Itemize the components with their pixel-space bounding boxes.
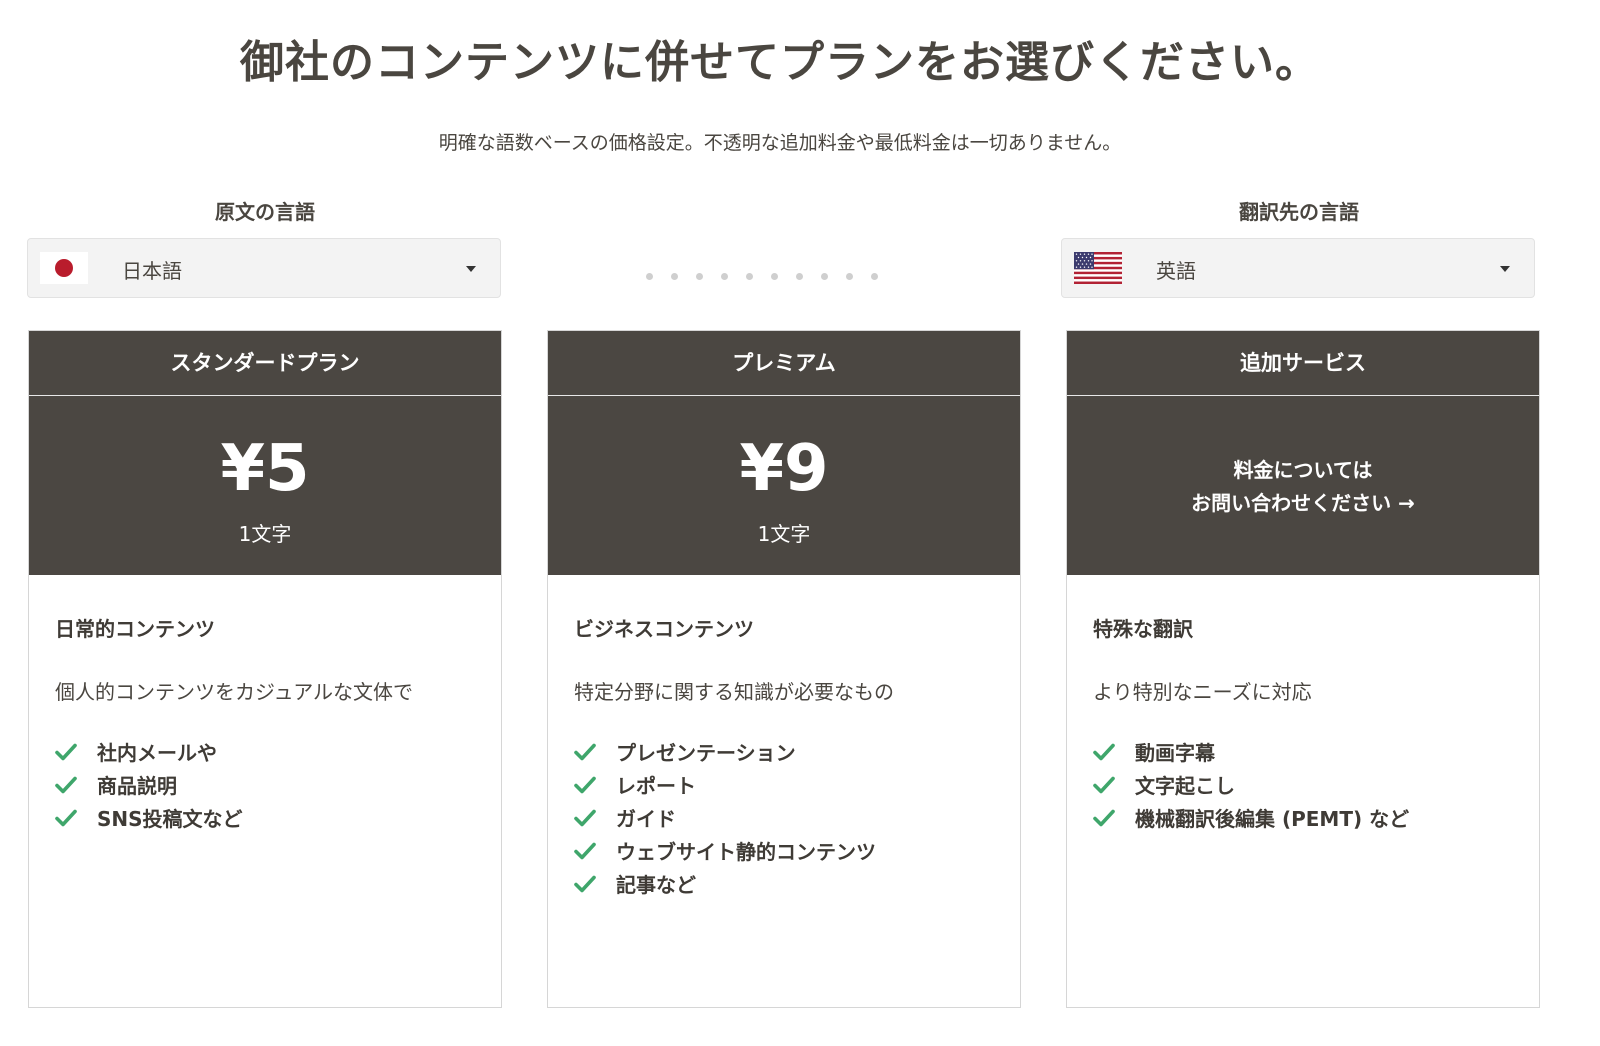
price-unit: 1文字 xyxy=(238,522,292,546)
check-icon xyxy=(55,809,77,826)
chevron-down-icon xyxy=(466,266,476,272)
source-language-label: 原文の言語 xyxy=(215,200,315,224)
plan-card-premium: プレミアム ¥9 1文字 ビジネスコンテンツ 特定分野に関する知識が必要なもの … xyxy=(547,330,1021,1008)
feature-text: ウェブサイト静的コンテンツ xyxy=(616,840,876,864)
target-language-value: 英語 xyxy=(1156,259,1196,283)
plan-body: 特殊な翻訳 より特別なニーズに対応 動画字幕 文字起こし 機械翻訳後編集 (PE… xyxy=(1067,575,1539,834)
chevron-down-icon xyxy=(1500,266,1510,272)
feature-text: SNS投稿文など xyxy=(97,807,243,831)
check-icon xyxy=(574,743,596,760)
target-language-label: 翻訳先の言語 xyxy=(1239,200,1359,224)
japan-flag-icon xyxy=(40,252,88,284)
connector-dots xyxy=(646,273,878,280)
plan-name: プレミアム xyxy=(548,331,1020,396)
plan-title: 日常的コンテンツ xyxy=(55,617,215,641)
feature-text: 文字起こし xyxy=(1135,774,1235,798)
page-title: 御社のコンテンツに併せてプランをお選びください。 xyxy=(240,37,1320,88)
source-language-select[interactable]: 日本語 xyxy=(27,238,501,298)
plan-price: ¥5 xyxy=(220,432,310,506)
usa-flag-icon xyxy=(1074,252,1122,284)
check-icon xyxy=(574,809,596,826)
plan-description: より特別なニーズに対応 xyxy=(1093,680,1312,704)
plan-name: スタンダードプラン xyxy=(29,331,501,396)
plan-card-standard: スタンダードプラン ¥5 1文字 日常的コンテンツ 個人的コンテンツをカジュアル… xyxy=(28,330,502,1008)
feature-text: 機械翻訳後編集 (PEMT) など xyxy=(1135,807,1410,831)
check-icon xyxy=(55,743,77,760)
feature-list: プレゼンテーション レポート ガイド ウェブサイト静的コンテンツ 記事など xyxy=(574,735,994,900)
feature-list: 社内メールや 商品説明 SNS投稿文など xyxy=(55,735,475,834)
feature-text: プレゼンテーション xyxy=(616,741,796,765)
plan-body: ビジネスコンテンツ 特定分野に関する知識が必要なもの プレゼンテーション レポー… xyxy=(548,575,1020,900)
plan-description: 個人的コンテンツをカジュアルな文体で xyxy=(55,680,413,704)
target-language-select[interactable]: 英語 xyxy=(1061,238,1535,298)
feature-text: 記事など xyxy=(616,873,696,897)
plan-card-additional: 追加サービス 料金については お問い合わせください → 特殊な翻訳 より特別なニ… xyxy=(1066,330,1540,1008)
list-item: プレゼンテーション xyxy=(574,735,994,768)
price-block: ¥9 1文字 xyxy=(548,396,1020,575)
plan-price: ¥9 xyxy=(739,432,829,506)
plan-description: 特定分野に関する知識が必要なもの xyxy=(574,680,894,704)
list-item: ガイド xyxy=(574,801,994,834)
feature-list: 動画字幕 文字起こし 機械翻訳後編集 (PEMT) など xyxy=(1093,735,1513,834)
list-item: 機械翻訳後編集 (PEMT) など xyxy=(1093,801,1513,834)
check-icon xyxy=(574,776,596,793)
page-subtitle: 明確な語数ベースの価格設定。不透明な追加料金や最低料金は一切ありません。 xyxy=(438,132,1122,154)
list-item: 動画字幕 xyxy=(1093,735,1513,768)
feature-text: レポート xyxy=(616,774,696,798)
price-block: 料金については お問い合わせください → xyxy=(1067,396,1539,575)
list-item: SNS投稿文など xyxy=(55,801,475,834)
feature-text: 商品説明 xyxy=(97,774,177,798)
plan-title: 特殊な翻訳 xyxy=(1093,617,1193,641)
plan-name: 追加サービス xyxy=(1067,331,1539,396)
check-icon xyxy=(55,776,77,793)
list-item: 文字起こし xyxy=(1093,768,1513,801)
list-item: 記事など xyxy=(574,867,994,900)
feature-text: 動画字幕 xyxy=(1135,741,1215,765)
list-item: 商品説明 xyxy=(55,768,475,801)
pricing-page: 御社のコンテンツに併せてプランをお選びください。 明確な語数ベースの価格設定。不… xyxy=(0,0,1600,1046)
check-icon xyxy=(1093,776,1115,793)
check-icon xyxy=(574,842,596,859)
list-item: 社内メールや xyxy=(55,735,475,768)
contact-line-1: 料金については xyxy=(1233,458,1373,482)
price-block: ¥5 1文字 xyxy=(29,396,501,575)
check-icon xyxy=(1093,809,1115,826)
check-icon xyxy=(1093,743,1115,760)
feature-text: 社内メールや xyxy=(97,741,217,765)
source-language-value: 日本語 xyxy=(122,259,182,283)
contact-line-2: お問い合わせください → xyxy=(1191,491,1415,515)
feature-text: ガイド xyxy=(616,807,676,831)
contact-link[interactable]: 料金については お問い合わせください → xyxy=(1067,454,1539,520)
price-unit: 1文字 xyxy=(757,522,811,546)
list-item: レポート xyxy=(574,768,994,801)
plan-title: ビジネスコンテンツ xyxy=(574,617,754,641)
check-icon xyxy=(574,875,596,892)
plan-body: 日常的コンテンツ 個人的コンテンツをカジュアルな文体で 社内メールや 商品説明 … xyxy=(29,575,501,834)
list-item: ウェブサイト静的コンテンツ xyxy=(574,834,994,867)
